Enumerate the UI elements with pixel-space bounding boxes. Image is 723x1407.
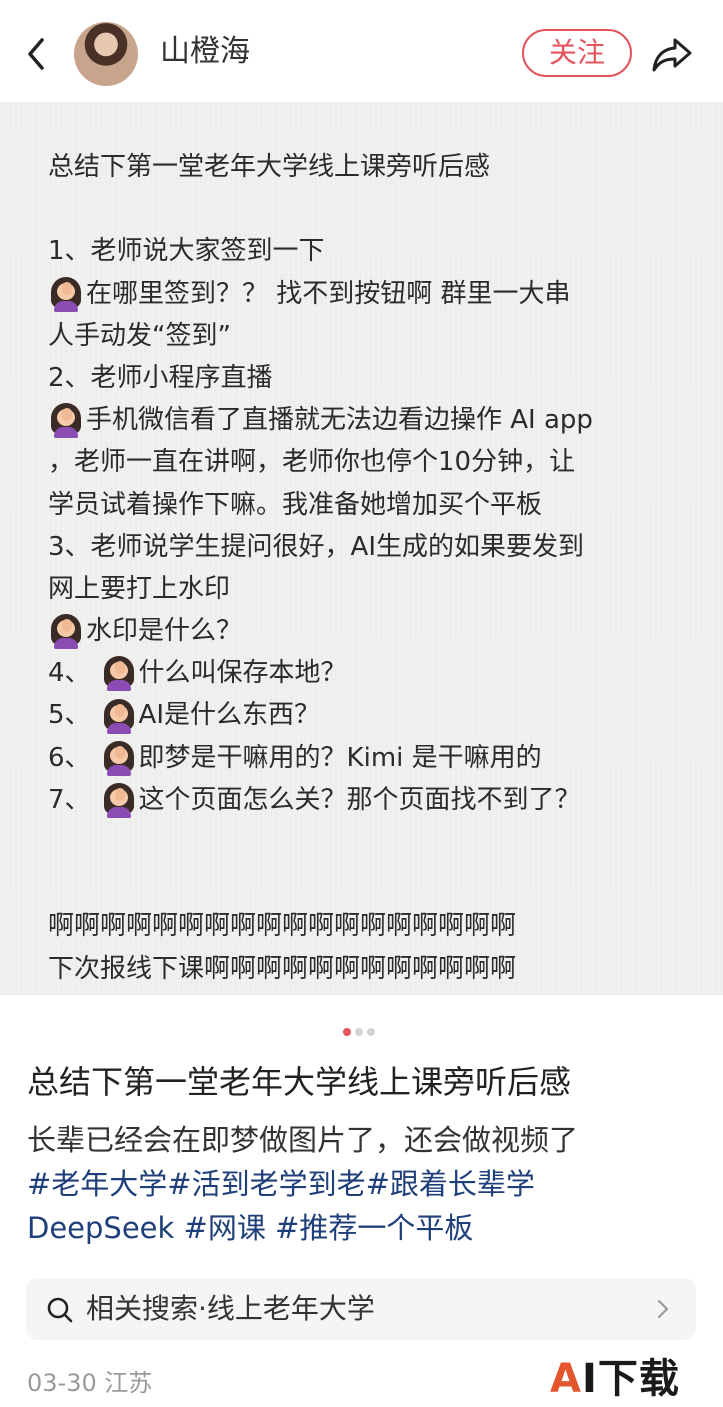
line-text: 网上要打上水印 — [48, 573, 231, 604]
hashtags-line[interactable]: #老年大学#活到老学到老#跟着长辈学 — [27, 1162, 707, 1206]
image-text-line: 在哪里签到？？ 找不到按钮啊 群里一大串 — [48, 273, 688, 315]
image-text-line: ，老师一直在讲啊，老师你也停个10分钟，让 — [48, 441, 688, 483]
image-text-line: 总结下第一堂老年大学线上课旁听后感 — [48, 146, 688, 188]
line-text: AI是什么东西？ — [138, 700, 321, 731]
follow-button[interactable]: 关注 — [522, 29, 632, 77]
line-text: 这个页面怎么关？那个页面找不到了？ — [138, 784, 581, 815]
image-text-line: 3、老师说学生提问很好，AI生成的如果要发到 — [48, 526, 688, 568]
share-icon[interactable] — [650, 32, 694, 76]
line-text: 啊啊啊啊啊啊啊啊啊啊啊啊啊啊啊啊啊啊 — [48, 911, 517, 942]
line-text: 1、老师说大家签到一下 — [48, 236, 325, 267]
line-text: 什么叫保存本地？ — [138, 658, 347, 689]
watermark-rest: I下载 — [581, 1356, 680, 1402]
pagination-dot — [367, 1028, 375, 1036]
image-text-line: 4、 什么叫保存本地？ — [48, 652, 688, 694]
list-number: 4、 — [48, 658, 91, 689]
image-text-line: 5、 AI是什么东西？ — [48, 694, 688, 736]
image-text-line: 学员试着操作下嘛。我准备她增加买个平板 — [48, 484, 688, 526]
line-text: 3、老师说学生提问很好，AI生成的如果要发到 — [48, 531, 584, 562]
image-text-line: 7、 这个页面怎么关？那个页面找不到了？ — [48, 779, 688, 821]
line-text: 人手动发“签到” — [48, 320, 231, 351]
facepalm-emoji-icon — [101, 740, 137, 776]
line-text: 在哪里签到？？ 找不到按钮啊 群里一大串 — [86, 278, 571, 309]
search-icon — [47, 1297, 73, 1323]
image-text-line — [48, 821, 688, 863]
back-arrow-icon[interactable] — [22, 34, 52, 74]
image-text-line: 1、老师说大家签到一下 — [48, 230, 688, 272]
post-title: 总结下第一堂老年大学线上课旁听后感 — [27, 1063, 572, 1101]
image-text-line: 人手动发“签到” — [48, 315, 688, 357]
image-text-line — [48, 863, 688, 905]
image-text-content: 总结下第一堂老年大学线上课旁听后感 1、老师说大家签到一下在哪里签到？？ 找不到按… — [48, 146, 688, 990]
post-body-text: 长辈已经会在即梦做图片了，还会做视频了 — [27, 1123, 579, 1157]
related-search-label: 相关搜索·线上老年大学 — [86, 1292, 375, 1325]
facepalm-emoji-icon — [48, 402, 84, 439]
line-text: 学员试着操作下嘛。我准备她增加买个平板 — [48, 489, 543, 520]
list-number: 5、 — [48, 700, 91, 731]
avatar[interactable] — [74, 22, 138, 86]
line-text: ，老师一直在讲啊，老师你也停个10分钟，让 — [48, 447, 576, 478]
pagination-dot — [355, 1028, 363, 1036]
image-text-line: 2、老师小程序直播 — [48, 357, 688, 399]
image-text-line — [48, 188, 688, 230]
image-text-line: 啊啊啊啊啊啊啊啊啊啊啊啊啊啊啊啊啊啊 — [48, 905, 688, 947]
image-text-line: 网上要打上水印 — [48, 568, 688, 610]
related-search-bar[interactable]: 相关搜索·线上老年大学 — [26, 1278, 696, 1340]
watermark-logo: AI下载 — [550, 1354, 680, 1404]
image-text-line: 6、 即梦是干嘛用的？Kimi 是干嘛用的 — [48, 737, 688, 779]
post-body: 长辈已经会在即梦做图片了，还会做视频了 #老年大学#活到老学到老#跟着长辈学 D… — [27, 1118, 707, 1250]
facepalm-emoji-icon — [48, 276, 84, 312]
image-text-line: 手机微信看了直播就无法边看边操作 AI app — [48, 399, 688, 441]
hashtags-line[interactable]: DeepSeek #网课 #推荐一个平板 — [27, 1206, 707, 1250]
line-text: 手机微信看了直播就无法边看边操作 AI app — [86, 405, 593, 436]
chevron-right-icon — [657, 1299, 669, 1319]
image-text-line: 下次报线下课啊啊啊啊啊啊啊啊啊啊啊啊 — [48, 948, 688, 990]
post-date-location: 03-30 江苏 — [27, 1369, 153, 1397]
facepalm-emoji-icon — [48, 613, 84, 650]
image-pagination — [343, 1028, 375, 1036]
list-number: 7、 — [48, 784, 91, 815]
top-bar: 山橙海 关注 — [0, 0, 723, 102]
pagination-dot — [343, 1028, 351, 1036]
facepalm-emoji-icon — [101, 698, 137, 734]
line-text: 2、老师小程序直播 — [48, 362, 273, 393]
line-text: 即梦是干嘛用的？Kimi 是干嘛用的 — [138, 742, 542, 773]
author-name[interactable]: 山橙海 — [160, 32, 250, 72]
post-image[interactable]: 总结下第一堂老年大学线上课旁听后感 1、老师说大家签到一下在哪里签到？？ 找不到按… — [0, 102, 723, 995]
facepalm-emoji-icon — [101, 655, 137, 692]
line-text: 总结下第一堂老年大学线上课旁听后感 — [48, 152, 491, 182]
image-text-line: 水印是什么？ — [48, 610, 688, 652]
line-text: 水印是什么？ — [86, 616, 243, 647]
facepalm-emoji-icon — [101, 782, 137, 818]
watermark-a: A — [550, 1356, 582, 1402]
line-text: 下次报线下课啊啊啊啊啊啊啊啊啊啊啊啊 — [48, 953, 517, 984]
list-number: 6、 — [48, 742, 91, 773]
